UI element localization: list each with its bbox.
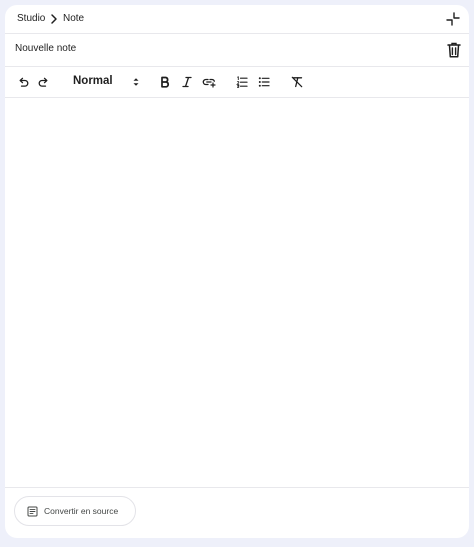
select-arrows-icon: [133, 78, 139, 86]
italic-icon: [182, 76, 192, 88]
note-title-row: [5, 34, 469, 66]
note-panel: Studio Note Nouvelle note Normal Convert…: [5, 5, 469, 538]
redo-button[interactable]: [36, 74, 52, 90]
note-title-input[interactable]: [15, 43, 375, 54]
chevron-right-icon: [51, 14, 57, 24]
link-button[interactable]: [201, 74, 217, 90]
breadcrumb: Studio Note: [5, 5, 469, 33]
numbered-list-icon: [236, 76, 248, 88]
bulleted-list-button[interactable]: [256, 74, 272, 90]
note-editor[interactable]: [5, 98, 469, 487]
bold-button[interactable]: [157, 74, 173, 90]
clear-formatting-button[interactable]: [289, 74, 305, 90]
note-footer: Convertir en source: [5, 488, 469, 538]
source-icon: [27, 506, 38, 517]
trash-icon: [447, 42, 461, 58]
bulleted-list-icon: [258, 77, 270, 87]
collapse-button[interactable]: [445, 11, 461, 27]
breadcrumb-studio[interactable]: Studio: [17, 13, 45, 24]
italic-button[interactable]: [179, 74, 195, 90]
convert-to-source-label: Convertir en source: [44, 506, 119, 516]
clear-formatting-icon: [291, 76, 303, 88]
collapse-icon: [446, 12, 460, 26]
undo-button[interactable]: [15, 74, 31, 90]
text-style-value: Normal: [73, 75, 113, 87]
breadcrumb-note: Note: [63, 13, 85, 24]
delete-note-button[interactable]: [445, 41, 463, 59]
undo-icon: [19, 77, 29, 87]
numbered-list-button[interactable]: [234, 74, 250, 90]
bold-icon: [161, 76, 169, 88]
convert-to-source-button[interactable]: Convertir en source: [14, 496, 136, 526]
link-icon: [202, 78, 216, 88]
formatting-toolbar: Normal: [5, 67, 469, 97]
text-style-select[interactable]: Normal: [67, 74, 141, 90]
redo-icon: [38, 77, 48, 87]
